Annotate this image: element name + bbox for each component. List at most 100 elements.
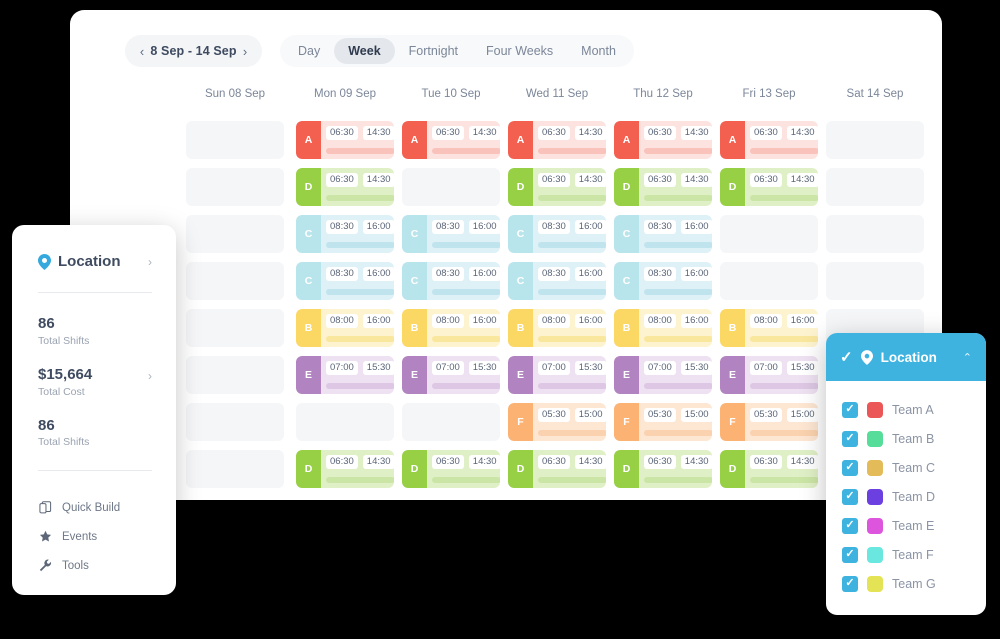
shift-cell[interactable]: D 06:30 14:30 — [720, 168, 818, 206]
shift-block[interactable]: C 08:30 16:00 — [508, 262, 606, 300]
shift-block[interactable]: A 06:30 14:30 — [296, 121, 394, 159]
shift-block[interactable]: D 06:30 14:30 — [614, 168, 712, 206]
team-filter-item[interactable]: ✓ Team D — [842, 482, 986, 511]
shift-cell[interactable]: D 06:30 14:30 — [614, 168, 712, 206]
stats-card-header[interactable]: Location › — [38, 253, 152, 270]
shift-block[interactable]: E 07:00 15:30 — [720, 356, 818, 394]
shift-block[interactable]: B 08:00 16:00 — [720, 309, 818, 347]
shift-cell[interactable]: B 08:00 16:00 — [720, 309, 818, 347]
shift-cell[interactable]: F 05:30 15:00 — [720, 403, 818, 441]
shift-cell[interactable]: C 08:30 16:00 — [508, 215, 606, 253]
shift-cell[interactable]: E 07:00 15:30 — [296, 356, 394, 394]
team-filter-item[interactable]: ✓ Team G — [842, 569, 986, 598]
shift-block[interactable]: F 05:30 15:00 — [508, 403, 606, 441]
chevron-right-icon[interactable]: › — [148, 369, 152, 383]
shift-block[interactable]: B 08:00 16:00 — [614, 309, 712, 347]
shift-cell[interactable]: A 06:30 14:30 — [508, 121, 606, 159]
team-filter-item[interactable]: ✓ Team A — [842, 395, 986, 424]
chevron-up-icon[interactable]: ⌃ — [963, 351, 972, 364]
shift-cell[interactable]: D 06:30 14:30 — [296, 450, 394, 488]
shift-cell[interactable]: C 08:30 16:00 — [508, 262, 606, 300]
shift-block[interactable]: D 06:30 14:30 — [402, 450, 500, 488]
date-range-selector[interactable]: ‹ 8 Sep - 14 Sep › — [125, 35, 262, 67]
shift-block[interactable]: E 07:00 15:30 — [614, 356, 712, 394]
shift-cell[interactable]: D 06:30 14:30 — [614, 450, 712, 488]
empty-cell[interactable] — [826, 168, 924, 206]
shift-cell[interactable]: C 08:30 16:00 — [296, 215, 394, 253]
shift-cell[interactable]: F 05:30 15:00 — [508, 403, 606, 441]
view-tab-fortnight[interactable]: Fortnight — [395, 38, 472, 64]
shift-cell[interactable]: C 08:30 16:00 — [402, 262, 500, 300]
team-filter-item[interactable]: ✓ Team C — [842, 453, 986, 482]
empty-cell[interactable] — [826, 215, 924, 253]
shift-cell[interactable]: A 06:30 14:30 — [402, 121, 500, 159]
shift-cell[interactable]: E 07:00 15:30 — [614, 356, 712, 394]
stat-item[interactable]: 86 Total Shifts — [38, 417, 152, 449]
team-checkbox[interactable]: ✓ — [842, 575, 858, 592]
stat-item[interactable]: $15,664 Total Cost › — [38, 366, 152, 398]
stat-item[interactable]: 86 Total Shifts — [38, 315, 152, 347]
sidebar-item-tools[interactable]: Tools — [38, 551, 152, 580]
view-tab-four-weeks[interactable]: Four Weeks — [472, 38, 567, 64]
shift-cell[interactable]: A 06:30 14:30 — [614, 121, 712, 159]
team-checkbox[interactable]: ✓ — [842, 546, 858, 563]
shift-block[interactable]: E 07:00 15:30 — [296, 356, 394, 394]
team-checkbox[interactable]: ✓ — [842, 517, 858, 534]
team-filter-item[interactable]: ✓ Team B — [842, 424, 986, 453]
shift-block[interactable]: C 08:30 16:00 — [296, 262, 394, 300]
team-checkbox[interactable]: ✓ — [842, 488, 858, 505]
shift-cell[interactable]: B 08:00 16:00 — [296, 309, 394, 347]
shift-cell[interactable]: C 08:30 16:00 — [296, 262, 394, 300]
shift-block[interactable]: D 06:30 14:30 — [296, 450, 394, 488]
empty-cell[interactable] — [186, 450, 284, 488]
empty-cell[interactable] — [296, 403, 394, 441]
empty-cell[interactable] — [826, 262, 924, 300]
shift-block[interactable]: D 06:30 14:30 — [508, 450, 606, 488]
empty-cell[interactable] — [720, 262, 818, 300]
shift-block[interactable]: F 05:30 15:00 — [614, 403, 712, 441]
shift-block[interactable]: C 08:30 16:00 — [296, 215, 394, 253]
shift-block[interactable]: C 08:30 16:00 — [614, 262, 712, 300]
empty-cell[interactable] — [186, 309, 284, 347]
team-checkbox[interactable]: ✓ — [842, 430, 858, 447]
shift-block[interactable]: D 06:30 14:30 — [296, 168, 394, 206]
shift-cell[interactable]: D 06:30 14:30 — [508, 450, 606, 488]
prev-period-icon[interactable]: ‹ — [136, 45, 148, 58]
empty-cell[interactable] — [186, 121, 284, 159]
empty-cell[interactable] — [186, 262, 284, 300]
shift-block[interactable]: B 08:00 16:00 — [508, 309, 606, 347]
empty-cell[interactable] — [402, 168, 500, 206]
shift-cell[interactable]: B 08:00 16:00 — [614, 309, 712, 347]
check-icon[interactable]: ✓ — [840, 348, 853, 366]
sidebar-item-quick-build[interactable]: Quick Build — [38, 493, 152, 522]
team-filter-item[interactable]: ✓ Team E — [842, 511, 986, 540]
shift-block[interactable]: C 08:30 16:00 — [508, 215, 606, 253]
shift-cell[interactable]: E 07:00 15:30 — [508, 356, 606, 394]
chevron-right-icon[interactable]: › — [148, 255, 152, 269]
empty-cell[interactable] — [186, 356, 284, 394]
team-filter-item[interactable]: ✓ Team F — [842, 540, 986, 569]
shift-block[interactable]: E 07:00 15:30 — [402, 356, 500, 394]
next-period-icon[interactable]: › — [239, 45, 251, 58]
shift-cell[interactable]: D 06:30 14:30 — [508, 168, 606, 206]
view-tab-week[interactable]: Week — [334, 38, 395, 64]
shift-block[interactable]: E 07:00 15:30 — [508, 356, 606, 394]
shift-cell[interactable]: A 06:30 14:30 — [720, 121, 818, 159]
team-checkbox[interactable]: ✓ — [842, 401, 858, 418]
shift-cell[interactable]: F 05:30 15:00 — [614, 403, 712, 441]
empty-cell[interactable] — [186, 215, 284, 253]
shift-cell[interactable]: D 06:30 14:30 — [402, 450, 500, 488]
shift-cell[interactable]: D 06:30 14:30 — [296, 168, 394, 206]
empty-cell[interactable] — [826, 121, 924, 159]
shift-block[interactable]: D 06:30 14:30 — [720, 450, 818, 488]
shift-cell[interactable]: A 06:30 14:30 — [296, 121, 394, 159]
shift-cell[interactable]: B 08:00 16:00 — [508, 309, 606, 347]
shift-block[interactable]: B 08:00 16:00 — [402, 309, 500, 347]
shift-block[interactable]: C 08:30 16:00 — [614, 215, 712, 253]
empty-cell[interactable] — [186, 403, 284, 441]
location-filter-header[interactable]: ✓ Location ⌃ — [826, 333, 986, 381]
shift-cell[interactable]: C 08:30 16:00 — [402, 215, 500, 253]
shift-block[interactable]: D 06:30 14:30 — [614, 450, 712, 488]
empty-cell[interactable] — [186, 168, 284, 206]
shift-block[interactable]: A 06:30 14:30 — [720, 121, 818, 159]
